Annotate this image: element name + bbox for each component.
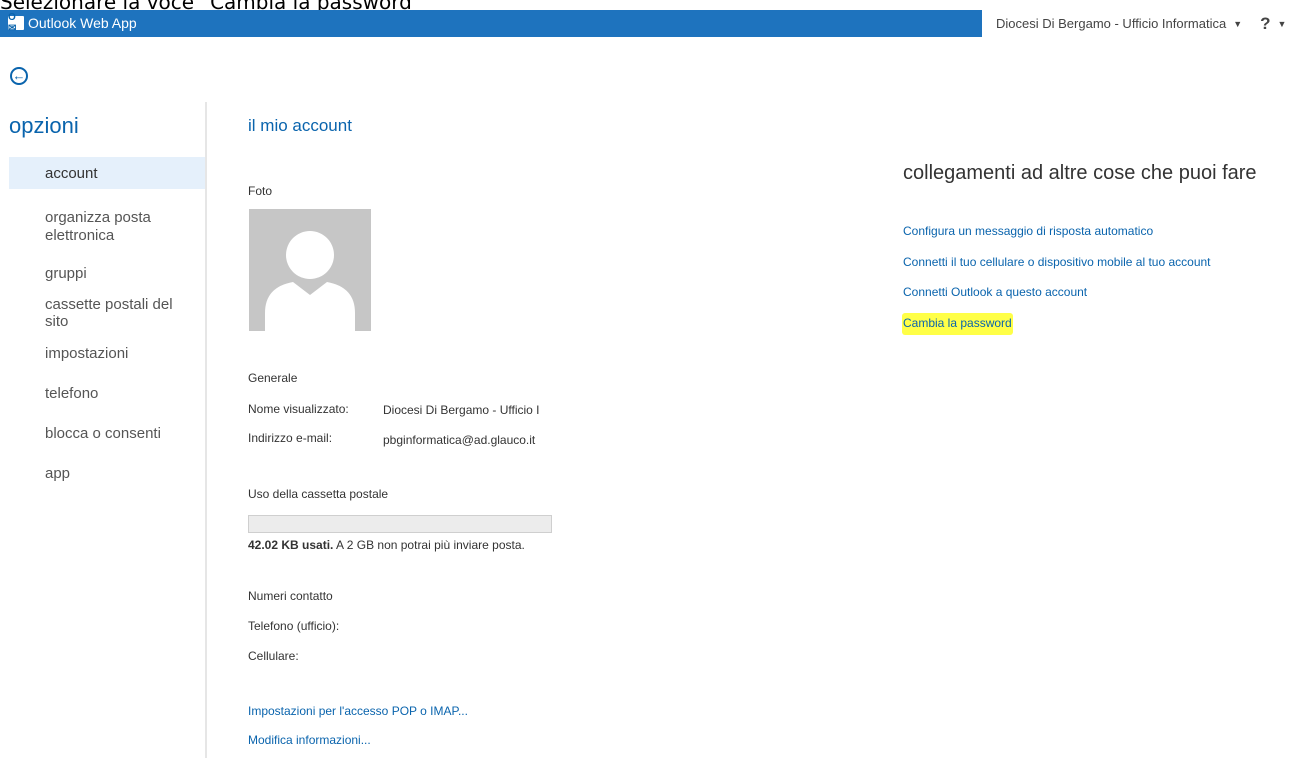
sidebar-item-settings[interactable]: impostazioni [9, 333, 205, 373]
back-arrow-icon[interactable]: ← [10, 67, 28, 85]
general-heading: Generale [248, 371, 298, 385]
sidebar-item-phone[interactable]: telefono [9, 373, 205, 413]
sidebar-divider [205, 102, 207, 758]
display-name-value: Diocesi Di Bergamo - Ufficio Informatica [383, 403, 539, 417]
edit-information-link[interactable]: Modifica informazioni... [248, 733, 371, 747]
top-bar: O✉ Outlook Web App Diocesi Di Bergamo - … [0, 10, 1292, 37]
change-password-highlight[interactable]: Cambia la password [902, 313, 1013, 335]
display-name-label: Nome visualizzato: [248, 402, 349, 416]
help-chevron-down-icon[interactable]: ▼ [1278, 19, 1287, 29]
options-sidebar: account organizza posta elettronica grup… [9, 157, 205, 493]
profile-photo-placeholder[interactable] [249, 209, 371, 331]
email-value: pbginformatica@ad.glauco.it [383, 433, 536, 447]
outlook-logo-icon: O✉ [8, 12, 24, 34]
mailbox-usage-text: 42.02 KB usati. A 2 GB non potrai più in… [248, 538, 525, 552]
mobile-phone-label: Cellulare: [248, 649, 299, 663]
avatar-silhouette-icon [265, 231, 355, 331]
chevron-down-icon[interactable]: ▼ [1233, 19, 1242, 29]
app-title: Outlook Web App [28, 15, 137, 31]
change-password-link[interactable]: Cambia la password [902, 313, 1013, 335]
office-phone-label: Telefono (ufficio): [248, 619, 340, 633]
connect-mobile-link[interactable]: Connetti il tuo cellulare o dispositivo … [903, 255, 1211, 269]
auto-reply-link[interactable]: Configura un messaggio di risposta autom… [903, 224, 1153, 238]
sidebar-item-block-allow[interactable]: blocca o consenti [9, 413, 205, 453]
sidebar-item-apps[interactable]: app [9, 453, 205, 493]
email-label: Indirizzo e-mail: [248, 431, 333, 445]
photo-label: Foto [248, 184, 273, 198]
account-name-button[interactable]: Diocesi Di Bergamo - Ufficio Informatica [996, 16, 1226, 31]
help-icon[interactable]: ? [1260, 14, 1270, 34]
account-menu: Diocesi Di Bergamo - Ufficio Informatica… [982, 10, 1292, 37]
other-links-title: collegamenti ad altre cose che puoi fare [903, 162, 1257, 184]
mailbox-usage-bar [248, 515, 552, 533]
options-title: opzioni [9, 113, 79, 138]
pop-imap-settings-link[interactable]: Impostazioni per l'accesso POP o IMAP... [248, 704, 468, 718]
sidebar-item-site-mailboxes[interactable]: cassette postali del sito [9, 293, 205, 333]
sidebar-item-account[interactable]: account [9, 157, 205, 189]
mailbox-limit-note: A 2 GB non potrai più inviare posta. [336, 538, 525, 552]
instruction-caption: Selezionare la voce “Cambia la password” [0, 0, 423, 14]
mailbox-used-amount: 42.02 KB usati. [248, 538, 334, 552]
sidebar-item-groups[interactable]: gruppi [9, 253, 205, 293]
page-title: il mio account [248, 116, 352, 135]
app-brand[interactable]: O✉ Outlook Web App [8, 12, 137, 34]
mailbox-usage-heading: Uso della cassetta postale [248, 487, 389, 501]
connect-outlook-link[interactable]: Connetti Outlook a questo account [903, 285, 1087, 299]
sidebar-item-organize-mail[interactable]: organizza posta elettronica [9, 201, 205, 253]
contact-numbers-heading: Numeri contatto [248, 589, 333, 603]
